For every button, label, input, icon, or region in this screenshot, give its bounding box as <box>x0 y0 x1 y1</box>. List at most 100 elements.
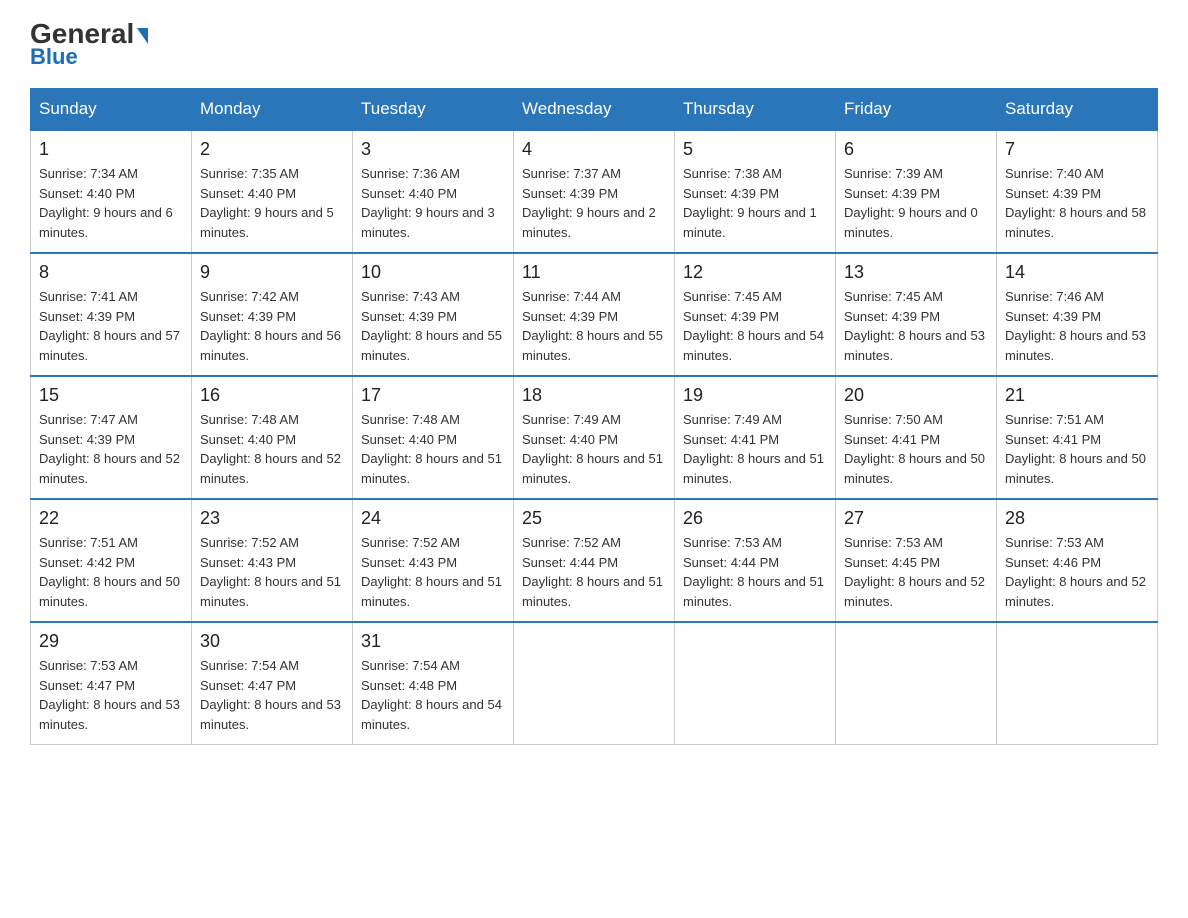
weekday-header-monday: Monday <box>192 89 353 131</box>
calendar-day-cell: 29 Sunrise: 7:53 AMSunset: 4:47 PMDayligh… <box>31 622 192 745</box>
calendar-day-cell: 4 Sunrise: 7:37 AMSunset: 4:39 PMDaylight… <box>514 130 675 253</box>
calendar-week-row: 1 Sunrise: 7:34 AMSunset: 4:40 PMDaylight… <box>31 130 1158 253</box>
weekday-header-tuesday: Tuesday <box>353 89 514 131</box>
day-info: Sunrise: 7:46 AMSunset: 4:39 PMDaylight:… <box>1005 287 1149 365</box>
weekday-header-thursday: Thursday <box>675 89 836 131</box>
calendar-day-cell: 30 Sunrise: 7:54 AMSunset: 4:47 PMDayligh… <box>192 622 353 745</box>
weekday-header-row: SundayMondayTuesdayWednesdayThursdayFrid… <box>31 89 1158 131</box>
calendar-day-cell: 16 Sunrise: 7:48 AMSunset: 4:40 PMDayligh… <box>192 376 353 499</box>
calendar-day-cell: 10 Sunrise: 7:43 AMSunset: 4:39 PMDayligh… <box>353 253 514 376</box>
day-info: Sunrise: 7:51 AMSunset: 4:42 PMDaylight:… <box>39 533 183 611</box>
calendar-day-cell <box>997 622 1158 745</box>
day-number: 13 <box>844 262 988 283</box>
day-number: 11 <box>522 262 666 283</box>
header-area: General Blue <box>30 20 1158 70</box>
calendar-day-cell: 18 Sunrise: 7:49 AMSunset: 4:40 PMDayligh… <box>514 376 675 499</box>
day-info: Sunrise: 7:48 AMSunset: 4:40 PMDaylight:… <box>361 410 505 488</box>
day-info: Sunrise: 7:49 AMSunset: 4:40 PMDaylight:… <box>522 410 666 488</box>
day-info: Sunrise: 7:53 AMSunset: 4:46 PMDaylight:… <box>1005 533 1149 611</box>
calendar-table: SundayMondayTuesdayWednesdayThursdayFrid… <box>30 88 1158 745</box>
calendar-day-cell: 22 Sunrise: 7:51 AMSunset: 4:42 PMDayligh… <box>31 499 192 622</box>
calendar-day-cell: 27 Sunrise: 7:53 AMSunset: 4:45 PMDayligh… <box>836 499 997 622</box>
day-info: Sunrise: 7:52 AMSunset: 4:43 PMDaylight:… <box>200 533 344 611</box>
day-number: 30 <box>200 631 344 652</box>
weekday-header-sunday: Sunday <box>31 89 192 131</box>
day-number: 6 <box>844 139 988 160</box>
day-number: 23 <box>200 508 344 529</box>
calendar-day-cell <box>514 622 675 745</box>
day-number: 25 <box>522 508 666 529</box>
day-info: Sunrise: 7:53 AMSunset: 4:47 PMDaylight:… <box>39 656 183 734</box>
calendar-day-cell: 11 Sunrise: 7:44 AMSunset: 4:39 PMDayligh… <box>514 253 675 376</box>
day-number: 7 <box>1005 139 1149 160</box>
calendar-day-cell: 9Sunrise: 7:42 AMSunset: 4:39 PMDaylight… <box>192 253 353 376</box>
day-number: 28 <box>1005 508 1149 529</box>
day-number: 16 <box>200 385 344 406</box>
day-info: Sunrise: 7:54 AMSunset: 4:48 PMDaylight:… <box>361 656 505 734</box>
calendar-day-cell: 17Sunrise: 7:48 AMSunset: 4:40 PMDayligh… <box>353 376 514 499</box>
calendar-day-cell: 31 Sunrise: 7:54 AMSunset: 4:48 PMDayligh… <box>353 622 514 745</box>
calendar-body: 1 Sunrise: 7:34 AMSunset: 4:40 PMDaylight… <box>31 130 1158 745</box>
day-number: 14 <box>1005 262 1149 283</box>
day-number: 2 <box>200 139 344 160</box>
calendar-header: SundayMondayTuesdayWednesdayThursdayFrid… <box>31 89 1158 131</box>
calendar-day-cell: 7 Sunrise: 7:40 AMSunset: 4:39 PMDaylight… <box>997 130 1158 253</box>
day-info: Sunrise: 7:34 AMSunset: 4:40 PMDaylight:… <box>39 164 183 242</box>
day-number: 19 <box>683 385 827 406</box>
day-info: Sunrise: 7:45 AMSunset: 4:39 PMDaylight:… <box>844 287 988 365</box>
calendar-day-cell: 14 Sunrise: 7:46 AMSunset: 4:39 PMDayligh… <box>997 253 1158 376</box>
calendar-day-cell: 24 Sunrise: 7:52 AMSunset: 4:43 PMDayligh… <box>353 499 514 622</box>
day-info: Sunrise: 7:53 AMSunset: 4:45 PMDaylight:… <box>844 533 988 611</box>
calendar-day-cell: 1 Sunrise: 7:34 AMSunset: 4:40 PMDaylight… <box>31 130 192 253</box>
day-info: Sunrise: 7:38 AMSunset: 4:39 PMDaylight:… <box>683 164 827 242</box>
day-info: Sunrise: 7:36 AMSunset: 4:40 PMDaylight:… <box>361 164 505 242</box>
day-info: Sunrise: 7:54 AMSunset: 4:47 PMDaylight:… <box>200 656 344 734</box>
day-info: Sunrise: 7:39 AMSunset: 4:39 PMDaylight:… <box>844 164 988 242</box>
day-info: Sunrise: 7:48 AMSunset: 4:40 PMDaylight:… <box>200 410 344 488</box>
calendar-day-cell: 2 Sunrise: 7:35 AMSunset: 4:40 PMDaylight… <box>192 130 353 253</box>
day-number: 27 <box>844 508 988 529</box>
day-info: Sunrise: 7:41 AMSunset: 4:39 PMDaylight:… <box>39 287 183 365</box>
day-info: Sunrise: 7:35 AMSunset: 4:40 PMDaylight:… <box>200 164 344 242</box>
weekday-header-friday: Friday <box>836 89 997 131</box>
day-number: 9 <box>200 262 344 283</box>
calendar-day-cell: 19 Sunrise: 7:49 AMSunset: 4:41 PMDayligh… <box>675 376 836 499</box>
calendar-day-cell: 13 Sunrise: 7:45 AMSunset: 4:39 PMDayligh… <box>836 253 997 376</box>
calendar-day-cell: 21 Sunrise: 7:51 AMSunset: 4:41 PMDayligh… <box>997 376 1158 499</box>
day-number: 26 <box>683 508 827 529</box>
weekday-header-wednesday: Wednesday <box>514 89 675 131</box>
day-number: 29 <box>39 631 183 652</box>
day-number: 21 <box>1005 385 1149 406</box>
day-number: 10 <box>361 262 505 283</box>
day-number: 12 <box>683 262 827 283</box>
logo-triangle-icon <box>137 28 148 44</box>
day-number: 8 <box>39 262 183 283</box>
calendar-day-cell: 3Sunrise: 7:36 AMSunset: 4:40 PMDaylight… <box>353 130 514 253</box>
day-number: 24 <box>361 508 505 529</box>
day-info: Sunrise: 7:49 AMSunset: 4:41 PMDaylight:… <box>683 410 827 488</box>
day-number: 1 <box>39 139 183 160</box>
day-info: Sunrise: 7:40 AMSunset: 4:39 PMDaylight:… <box>1005 164 1149 242</box>
day-info: Sunrise: 7:44 AMSunset: 4:39 PMDaylight:… <box>522 287 666 365</box>
day-info: Sunrise: 7:45 AMSunset: 4:39 PMDaylight:… <box>683 287 827 365</box>
day-number: 5 <box>683 139 827 160</box>
calendar-week-row: 29 Sunrise: 7:53 AMSunset: 4:47 PMDayligh… <box>31 622 1158 745</box>
day-number: 31 <box>361 631 505 652</box>
calendar-week-row: 8 Sunrise: 7:41 AMSunset: 4:39 PMDaylight… <box>31 253 1158 376</box>
day-info: Sunrise: 7:37 AMSunset: 4:39 PMDaylight:… <box>522 164 666 242</box>
day-info: Sunrise: 7:52 AMSunset: 4:43 PMDaylight:… <box>361 533 505 611</box>
calendar-day-cell: 26 Sunrise: 7:53 AMSunset: 4:44 PMDayligh… <box>675 499 836 622</box>
day-info: Sunrise: 7:52 AMSunset: 4:44 PMDaylight:… <box>522 533 666 611</box>
calendar-day-cell: 5 Sunrise: 7:38 AMSunset: 4:39 PMDaylight… <box>675 130 836 253</box>
calendar-day-cell: 8 Sunrise: 7:41 AMSunset: 4:39 PMDaylight… <box>31 253 192 376</box>
day-info: Sunrise: 7:43 AMSunset: 4:39 PMDaylight:… <box>361 287 505 365</box>
calendar-week-row: 22 Sunrise: 7:51 AMSunset: 4:42 PMDayligh… <box>31 499 1158 622</box>
day-info: Sunrise: 7:51 AMSunset: 4:41 PMDaylight:… <box>1005 410 1149 488</box>
day-number: 15 <box>39 385 183 406</box>
logo-blue: Blue <box>30 44 78 70</box>
day-info: Sunrise: 7:53 AMSunset: 4:44 PMDaylight:… <box>683 533 827 611</box>
day-number: 18 <box>522 385 666 406</box>
day-number: 22 <box>39 508 183 529</box>
calendar-day-cell: 28 Sunrise: 7:53 AMSunset: 4:46 PMDayligh… <box>997 499 1158 622</box>
day-number: 4 <box>522 139 666 160</box>
